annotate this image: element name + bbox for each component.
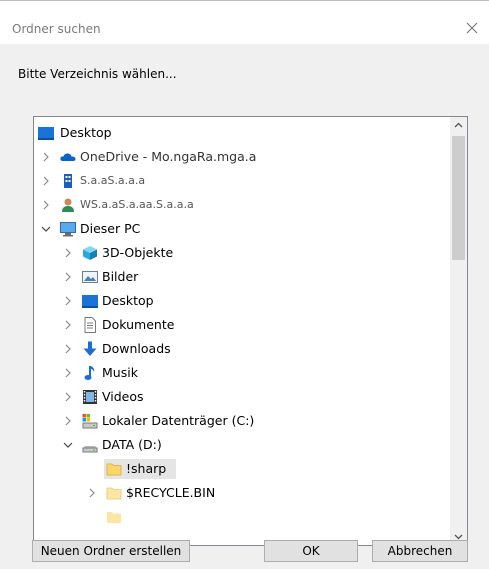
folder-browser-dialog: Ordner suchen Bitte Verzeichnis wählen..… <box>0 0 489 569</box>
tree-item-onedrive[interactable]: OneDrive - Mo.ngaRa.mga.a <box>34 145 450 169</box>
tree-item-label: $RECYCLE.BIN <box>126 485 216 500</box>
tree-item-label: Lokaler Datenträger (C:) <box>102 413 255 428</box>
videos-icon <box>82 389 98 405</box>
ok-button[interactable]: OK <box>264 540 358 562</box>
tree-item-videos[interactable]: Videos <box>34 385 450 409</box>
tree-item-label: Desktop <box>60 125 112 140</box>
tree-item-pictures[interactable]: Bilder <box>34 265 450 289</box>
tree-item-data-drive-d[interactable]: DATA (D:) <box>34 433 450 457</box>
dialog-prompt: Bitte Verzeichnis wählen... <box>18 67 177 81</box>
chevron-right-icon[interactable] <box>62 247 74 259</box>
close-icon <box>466 22 478 34</box>
chevron-right-icon[interactable] <box>62 367 74 379</box>
tree-item-documents[interactable]: Dokumente <box>34 313 450 337</box>
tree-item-downloads[interactable]: Downloads <box>34 337 450 361</box>
tree-item-desktop-root[interactable]: Desktop <box>34 121 450 145</box>
chevron-up-icon <box>454 122 463 128</box>
documents-icon <box>82 317 98 333</box>
tree-item-label: S.a.aS.a.a.a <box>80 174 146 187</box>
3d-objects-icon <box>82 245 98 261</box>
tree-rows: Desktop OneDrive - Mo.ngaRa.mga.a S.a.aS… <box>34 117 450 545</box>
tree-item-recycle-bin[interactable]: $RECYCLE.BIN <box>34 481 450 505</box>
scroll-up-button[interactable] <box>450 117 467 134</box>
tree-item-label: OneDrive - Mo.ngaRa.mga.a <box>80 149 257 164</box>
chevron-right-icon[interactable] <box>62 343 74 355</box>
chevron-right-icon[interactable] <box>86 487 98 499</box>
tree-item-label: Desktop <box>102 293 154 308</box>
dialog-title: Ordner suchen <box>12 22 101 36</box>
chevron-right-icon[interactable] <box>62 391 74 403</box>
tree-item-label: !sharp <box>126 461 167 476</box>
chevron-down-icon[interactable] <box>40 223 52 235</box>
tree-item-local-drive-c[interactable]: Lokaler Datenträger (C:) <box>34 409 450 433</box>
title-bar: Ordner suchen <box>0 0 489 44</box>
downloads-icon <box>82 341 98 357</box>
desktop-icon <box>38 125 54 141</box>
tree-item-desktop[interactable]: Desktop <box>34 289 450 313</box>
chevron-right-icon[interactable] <box>62 415 74 427</box>
chevron-right-icon[interactable] <box>62 319 74 331</box>
user-icon <box>60 197 76 213</box>
chevron-right-icon[interactable] <box>62 295 74 307</box>
music-icon <box>82 365 98 381</box>
chevron-right-icon[interactable] <box>40 175 52 187</box>
chevron-right-icon[interactable] <box>40 151 52 163</box>
folder-icon <box>106 509 122 525</box>
tree-item-label: Musik <box>102 365 138 380</box>
tree-item-label: 3D-Objekte <box>102 245 174 260</box>
onedrive-cloud-icon <box>60 149 76 165</box>
vertical-scrollbar[interactable] <box>450 117 467 545</box>
tree-item-label: Dieser PC <box>80 221 141 236</box>
pictures-icon <box>82 269 98 285</box>
tree-item-label: Dokumente <box>102 317 175 332</box>
folder-icon <box>106 461 122 477</box>
tree-item-partial <box>34 505 450 529</box>
folder-tree[interactable]: Desktop OneDrive - Mo.ngaRa.mga.a S.a.aS… <box>33 116 468 546</box>
tree-item-label: Videos <box>102 389 144 404</box>
tree-item-label: DATA (D:) <box>102 437 162 452</box>
tree-item-user[interactable]: WS.a.aS.a.aa.S.a.a.a <box>34 193 450 217</box>
data-drive-icon <box>82 437 98 453</box>
chevron-down-icon[interactable] <box>62 439 74 451</box>
local-drive-icon <box>82 413 98 429</box>
building-icon <box>60 173 76 189</box>
tree-item-label: Bilder <box>102 269 139 284</box>
cancel-button[interactable]: Abbrechen <box>372 540 468 562</box>
tree-item-this-pc[interactable]: Dieser PC <box>34 217 450 241</box>
tree-item-sharp-selected[interactable]: !sharp <box>34 457 450 481</box>
close-button[interactable] <box>449 11 489 45</box>
tree-item-organization[interactable]: S.a.aS.a.a.a <box>34 169 450 193</box>
tree-item-music[interactable]: Musik <box>34 361 450 385</box>
tree-item-3d-objects[interactable]: 3D-Objekte <box>34 241 450 265</box>
desktop-icon <box>82 293 98 309</box>
computer-icon <box>60 221 76 237</box>
new-folder-button[interactable]: Neuen Ordner erstellen <box>32 540 190 562</box>
folder-icon <box>106 485 122 501</box>
chevron-right-icon[interactable] <box>40 199 52 211</box>
tree-item-label: WS.a.aS.a.aa.S.a.a.a <box>80 198 194 211</box>
tree-item-label: Downloads <box>102 341 171 356</box>
scrollbar-thumb[interactable] <box>452 136 465 260</box>
chevron-right-icon[interactable] <box>62 271 74 283</box>
